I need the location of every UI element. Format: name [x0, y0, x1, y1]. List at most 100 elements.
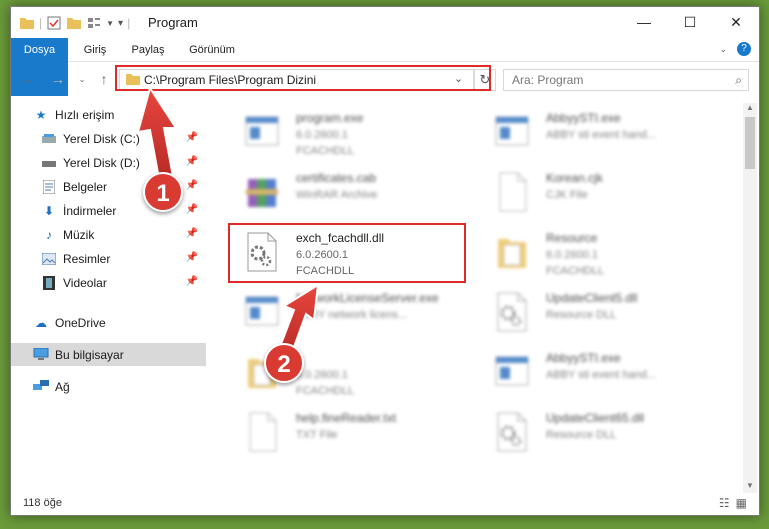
file-detail: 6.0.2600.1	[296, 369, 348, 381]
file-item[interactable]: program.exe 6.0.2600.1 FCACHDLL	[236, 105, 476, 163]
nav-item-d-drive[interactable]: Yerel Disk (D:) 📌	[11, 151, 206, 174]
file-name: Resource	[546, 231, 598, 245]
archive-icon	[244, 171, 280, 213]
file-name: program.exe	[296, 111, 364, 125]
tab-view[interactable]: Görünüm	[181, 38, 243, 62]
blank-file-icon	[244, 411, 280, 453]
separator: |	[127, 16, 131, 30]
expand-ribbon-icon[interactable]: ⌄	[719, 44, 727, 55]
nav-label: OneDrive	[55, 315, 106, 330]
file-item[interactable]: UpdateClient65.dll Resource DLL	[486, 405, 726, 463]
scroll-thumb[interactable]	[745, 117, 755, 169]
properties-icon[interactable]	[46, 15, 62, 31]
exe-icon	[244, 111, 280, 153]
file-detail: Resource DLL	[546, 429, 617, 441]
dll-icon	[494, 411, 530, 453]
scroll-up-icon[interactable]: ▲	[743, 103, 757, 115]
exe-icon	[244, 291, 280, 333]
view-switcher: ☷ ▦	[719, 496, 747, 510]
title-bar: | ▼ ▾ | Program — ☐ ✕	[11, 7, 759, 38]
nav-label: Videolar	[63, 275, 107, 290]
help-icon[interactable]: ?	[737, 42, 751, 56]
large-icons-view-icon[interactable]: ▦	[736, 496, 747, 510]
file-item[interactable]: Resource 6.0.2600.1 FCACHDLL	[486, 225, 726, 283]
nav-label: Müzik	[63, 227, 95, 242]
search-icon[interactable]: ⌕	[735, 73, 742, 88]
drive-icon	[41, 131, 57, 147]
pin-icon[interactable]: 📌	[186, 132, 198, 143]
nav-network[interactable]: Ağ	[11, 375, 206, 398]
window-controls: — ☐ ✕	[621, 7, 759, 37]
video-icon	[41, 275, 57, 291]
file-detail: Resource DLL	[546, 309, 617, 321]
pin-icon[interactable]: 📌	[186, 180, 198, 191]
nav-label: Ağ	[55, 379, 70, 394]
close-button[interactable]: ✕	[713, 7, 759, 37]
recent-locations-icon[interactable]: ⌄	[73, 75, 91, 93]
minimize-button[interactable]: —	[621, 7, 667, 37]
computer-icon	[33, 347, 49, 363]
nav-label: İndirmeler	[63, 203, 117, 218]
file-item[interactable]: Korean.cjk CJK File	[486, 165, 726, 223]
item-count: 118 öğe	[23, 497, 62, 509]
new-folder-icon[interactable]	[66, 15, 82, 31]
music-icon: ♪	[46, 227, 52, 242]
file-item[interactable]: AbbyySTI.exe ABBY sti event hand...	[486, 105, 726, 163]
pin-icon[interactable]: 📌	[186, 252, 198, 263]
exe-icon	[494, 351, 530, 393]
file-company: FCACHDLL	[296, 145, 355, 157]
drive-icon	[41, 155, 57, 171]
pin-icon[interactable]: 📌	[186, 276, 198, 287]
nav-label: Belgeler	[63, 179, 108, 194]
up-arrow-icon[interactable]: ↑	[95, 71, 113, 89]
file-name: AbbyySTI.exe	[546, 351, 621, 365]
nav-item-pictures[interactable]: Resimler 📌	[11, 247, 206, 270]
search-placeholder: Ara: Program	[512, 73, 584, 87]
quick-access-toolbar: | ▼ ▾ |	[19, 15, 130, 31]
nav-item-music[interactable]: ♪ Müzik 📌	[11, 223, 206, 246]
pin-icon[interactable]: 📌	[186, 156, 198, 167]
forward-arrow-icon[interactable]: →	[49, 71, 67, 89]
cloud-icon: ☁	[35, 315, 47, 330]
details-view-icon[interactable]: ☷	[719, 496, 730, 510]
nav-item-videos[interactable]: Videolar 📌	[11, 271, 206, 294]
file-name: certificates.cab	[296, 171, 377, 185]
nav-label: Hızlı erişim	[55, 107, 115, 122]
pin-icon[interactable]: 📌	[186, 204, 198, 215]
file-item[interactable]: AbbyySTI.exe ABBY sti event hand...	[486, 345, 726, 403]
documents-icon	[41, 179, 57, 195]
pin-icon[interactable]: 📌	[186, 228, 198, 239]
separator: |	[39, 16, 43, 30]
file-detail: 6.0.2600.1	[296, 129, 348, 141]
maximize-button[interactable]: ☐	[667, 7, 713, 37]
file-name: Korean.cjk	[546, 171, 603, 185]
tab-share[interactable]: Paylaş	[123, 38, 173, 62]
search-input[interactable]: Ara: Program ⌕	[503, 69, 749, 91]
chevron-down-icon[interactable]: ▼	[106, 19, 114, 28]
view-icon[interactable]	[86, 15, 102, 31]
nav-label: Resimler	[63, 251, 111, 266]
file-item[interactable]: help.fineReader.txt TXT File	[236, 405, 476, 463]
nav-quick-access[interactable]: ★ Hızlı erişim	[11, 103, 206, 126]
file-item[interactable]: certificates.cab WinRAR Archive	[236, 165, 476, 223]
file-list: program.exe 6.0.2600.1 FCACHDLL AbbyySTI.ex…	[216, 103, 741, 493]
nav-label: Yerel Disk (C:)	[63, 131, 140, 146]
nav-this-pc[interactable]: Bu bilgisayar	[11, 343, 206, 366]
scroll-down-icon[interactable]: ▼	[743, 481, 757, 493]
file-detail: ABBY network licens...	[296, 309, 408, 321]
back-arrow-icon[interactable]: ←	[19, 71, 37, 89]
file-name: help.fineReader.txt	[296, 411, 397, 425]
tab-home[interactable]: Giriş	[73, 38, 117, 62]
vertical-scrollbar[interactable]: ▲ ▼	[743, 103, 757, 493]
pictures-icon	[41, 251, 57, 267]
file-highlight-box	[228, 223, 466, 283]
file-detail: CJK File	[546, 189, 588, 201]
file-detail: ABBY sti event hand...	[546, 129, 656, 141]
customize-toolbar-icon[interactable]: ▾	[118, 18, 123, 29]
nav-label: Yerel Disk (D:)	[63, 155, 140, 170]
nav-item-c-drive[interactable]: Yerel Disk (C:) 📌	[11, 127, 206, 150]
nav-onedrive[interactable]: ☁ OneDrive	[11, 311, 206, 334]
file-item[interactable]: NetworkLicenseServer.exe ABBY network lic…	[236, 285, 476, 343]
file-name: UpdateClient5.dll	[546, 291, 638, 305]
file-item[interactable]: UpdateClient5.dll Resource DLL	[486, 285, 726, 343]
